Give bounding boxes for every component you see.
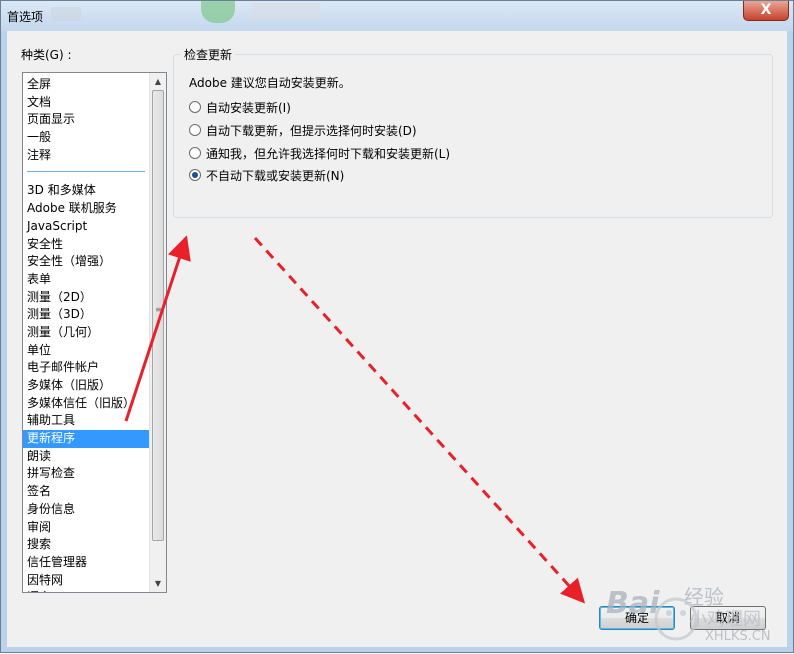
scrollbar-thumb[interactable]: ≡ — [152, 90, 164, 541]
category-item[interactable]: 因特网 — [23, 572, 149, 590]
radio-never-update[interactable]: 不自动下载或安装更新(N) — [189, 167, 344, 183]
watermark-site-cn: 小鸡理网 — [689, 609, 761, 630]
category-item[interactable]: 拼写检查 — [23, 465, 149, 483]
category-item[interactable]: 信任管理器 — [23, 554, 149, 572]
category-item[interactable]: 文档 — [23, 94, 149, 112]
radio-auto-download[interactable]: 自动下载更新，但提示选择何时安装(D) — [189, 122, 417, 138]
category-item[interactable]: 注释 — [23, 147, 149, 165]
radio-button-icon[interactable] — [189, 124, 201, 136]
preferences-dialog: 首选项 X 种类(G) : 全屏 文档 页面显示 一般 注释 3D 和多媒体 Adobe 联… — [0, 0, 794, 653]
groupbox-title: 检查更新 — [181, 46, 236, 63]
category-item[interactable]: 安全性 — [23, 236, 149, 254]
category-item[interactable]: JavaScript — [23, 218, 149, 236]
dialog-client-area: 种类(G) : 全屏 文档 页面显示 一般 注释 3D 和多媒体 Adobe 联机服务 Jav… — [7, 31, 787, 647]
radio-auto-install[interactable]: 自动安装更新(I) — [189, 99, 291, 115]
categories-scrollbar[interactable]: ▲ ≡ ▼ — [149, 73, 166, 592]
category-item[interactable]: 安全性（增强） — [23, 253, 149, 271]
update-description: Adobe 建议您自动安装更新。 — [189, 76, 351, 90]
category-separator — [27, 171, 145, 173]
category-item[interactable]: 测量（3D） — [23, 306, 149, 324]
category-item[interactable]: 单位 — [23, 342, 149, 360]
category-item[interactable]: 多媒体信任（旧版） — [23, 395, 149, 413]
category-item[interactable]: 搜索 — [23, 536, 149, 554]
radio-label: 自动安装更新(I) — [206, 100, 291, 115]
radio-button-icon[interactable] — [189, 101, 201, 113]
category-item[interactable]: Adobe 联机服务 — [23, 200, 149, 218]
radio-label: 不自动下载或安装更新(N) — [206, 168, 345, 183]
category-item[interactable]: 身份信息 — [23, 501, 149, 519]
blurred-background-element — [201, 1, 235, 23]
radio-label: 自动下载更新，但提示选择何时安装(D) — [206, 123, 417, 138]
radio-label: 通知我，但允许我选择何时下载和安装更新(L) — [206, 146, 451, 161]
category-item[interactable]: 全屏 — [23, 76, 149, 94]
close-button[interactable]: X — [743, 1, 789, 21]
scroll-down-arrow-icon[interactable]: ▼ — [150, 575, 166, 592]
category-item[interactable]: 电子邮件帐户 — [23, 359, 149, 377]
radio-notify-me[interactable]: 通知我，但允许我选择何时下载和安装更新(L) — [189, 145, 450, 161]
category-item[interactable]: 页面显示 — [23, 111, 149, 129]
category-item[interactable]: 测量（2D） — [23, 289, 149, 307]
category-item[interactable]: 辅助工具 — [23, 412, 149, 430]
window-title: 首选项 — [7, 10, 44, 24]
category-item[interactable]: 3D 和多媒体 — [23, 182, 149, 200]
categories-label: 种类(G) : — [21, 48, 72, 62]
category-item[interactable]: 朗读 — [23, 448, 149, 466]
category-item[interactable]: 审阅 — [23, 519, 149, 537]
blurred-background-element — [51, 7, 81, 21]
category-item[interactable]: 语言 — [23, 589, 149, 592]
scroll-up-arrow-icon[interactable]: ▲ — [150, 73, 166, 90]
radio-button-icon[interactable] — [189, 147, 201, 159]
category-item[interactable]: 测量（几何） — [23, 324, 149, 342]
categories-listbox[interactable]: 全屏 文档 页面显示 一般 注释 3D 和多媒体 Adobe 联机服务 JavaScript 安… — [22, 72, 167, 593]
categories-items: 全屏 文档 页面显示 一般 注释 3D 和多媒体 Adobe 联机服务 JavaScript 安… — [23, 76, 149, 592]
watermark-site-en: XHLKS.CN — [705, 629, 771, 644]
watermark-baidu: Bai — [606, 586, 660, 621]
grip-icon: ≡ — [155, 305, 162, 314]
blurred-background-element — [251, 3, 321, 19]
title-bar[interactable]: 首选项 X — [1, 1, 793, 31]
radio-button-checked-icon[interactable] — [189, 169, 201, 181]
category-item[interactable]: 一般 — [23, 129, 149, 147]
category-item[interactable]: 表单 — [23, 271, 149, 289]
category-item[interactable]: 签名 — [23, 483, 149, 501]
category-item[interactable]: 多媒体（旧版） — [23, 377, 149, 395]
category-item[interactable]: 更新程序 — [23, 430, 149, 448]
